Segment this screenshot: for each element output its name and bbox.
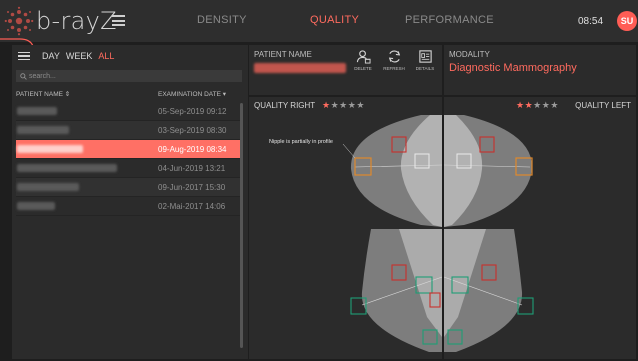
patient-name-redacted: [17, 107, 57, 115]
nav-performance[interactable]: PERFORMANCE: [405, 14, 494, 26]
patient-name-redacted: [254, 63, 346, 73]
mammogram-right-images: [342, 115, 442, 352]
refresh-button[interactable]: REFRESH: [382, 49, 406, 71]
details-icon: [418, 50, 432, 63]
filter-all[interactable]: ALL: [98, 51, 114, 61]
patient-panel: PATIENT NAME DELETE REFRESH DETAILS: [249, 45, 442, 95]
examination-date: 09-Jun-2017 15:30: [158, 183, 226, 192]
avatar[interactable]: SU: [617, 11, 637, 31]
examination-date: 03-Sep-2019 08:30: [158, 126, 227, 135]
examination-date: 09-Aug-2019 08:34: [158, 145, 227, 154]
patient-name-redacted: [17, 126, 69, 134]
quality-left-panel: ★★★★★ QUALITY LEFT: [444, 97, 636, 359]
delete-label: DELETE: [354, 66, 372, 71]
details-button[interactable]: DETAILS: [413, 49, 437, 71]
patient-name-redacted: [17, 202, 55, 210]
patient-name-label: PATIENT NAME: [254, 50, 312, 59]
table-row[interactable]: 09-Jun-2017 15:30: [16, 178, 242, 197]
list-header: PATIENT NAME ⇕ EXAMINATION DATE ▾: [16, 89, 242, 100]
patient-name-redacted: [17, 164, 117, 172]
date-filter: DAY WEEK ALL: [18, 49, 114, 63]
search-placeholder: search...: [29, 72, 56, 80]
search-input[interactable]: search...: [16, 70, 242, 82]
refresh-icon: [388, 50, 400, 63]
examination-date: 05-Sep-2019 09:12: [158, 107, 227, 116]
top-bar: b-rayZ DENSITY QUALITY PERFORMANCE 08:54…: [0, 0, 638, 42]
clock: 08:54: [578, 16, 604, 27]
refresh-label: REFRESH: [383, 66, 405, 71]
logo: b-rayZ: [4, 4, 117, 38]
table-row-selected[interactable]: 09-Aug-2019 08:34: [16, 140, 242, 159]
examination-date: 02-Mai-2017 14:06: [158, 202, 226, 211]
filter-icon[interactable]: [18, 51, 30, 61]
patient-list: 05-Sep-2019 09:12 03-Sep-2019 08:30 09-A…: [16, 102, 242, 216]
nav-density[interactable]: DENSITY: [197, 14, 247, 26]
filter-week[interactable]: WEEK: [66, 51, 93, 61]
quality-right-panel: QUALITY RIGHT ★★★★★ Nipple is partially …: [249, 97, 442, 359]
table-row[interactable]: 02-Mai-2017 14:06: [16, 197, 242, 216]
search-icon: [20, 72, 27, 80]
annotation-text: Nipple is partially in profile: [269, 139, 333, 145]
filter-day[interactable]: DAY: [42, 51, 60, 61]
modality-label: MODALITY: [449, 50, 490, 59]
avatar-initials: SU: [620, 16, 634, 26]
logo-text: b-rayZ: [36, 7, 117, 35]
logo-mark-icon: [4, 6, 34, 36]
details-label: DETAILS: [415, 66, 435, 71]
delete-patient-icon: [356, 50, 371, 64]
table-row[interactable]: 03-Sep-2019 08:30: [16, 121, 242, 140]
patient-name-redacted: [17, 145, 83, 153]
patient-list-panel: DAY WEEK ALL search... PATIENT NAME ⇕ EX…: [12, 45, 248, 359]
mammogram-left-images: [444, 115, 534, 352]
patient-name-redacted: [17, 183, 79, 191]
table-row[interactable]: 04-Jun-2019 13:21: [16, 159, 242, 178]
list-scrollbar[interactable]: [240, 103, 243, 348]
column-examination-date[interactable]: EXAMINATION DATE ▾: [158, 90, 226, 98]
delete-button[interactable]: DELETE: [351, 49, 375, 71]
examination-date: 04-Jun-2019 13:21: [158, 164, 226, 173]
menu-icon[interactable]: [112, 15, 125, 26]
nav-quality[interactable]: QUALITY: [310, 14, 359, 26]
table-row[interactable]: 05-Sep-2019 09:12: [16, 102, 242, 121]
modality-panel: MODALITY Diagnostic Mammography: [444, 45, 636, 95]
modality-value: Diagnostic Mammography: [449, 62, 577, 74]
column-patient-name[interactable]: PATIENT NAME ⇕: [16, 90, 70, 98]
